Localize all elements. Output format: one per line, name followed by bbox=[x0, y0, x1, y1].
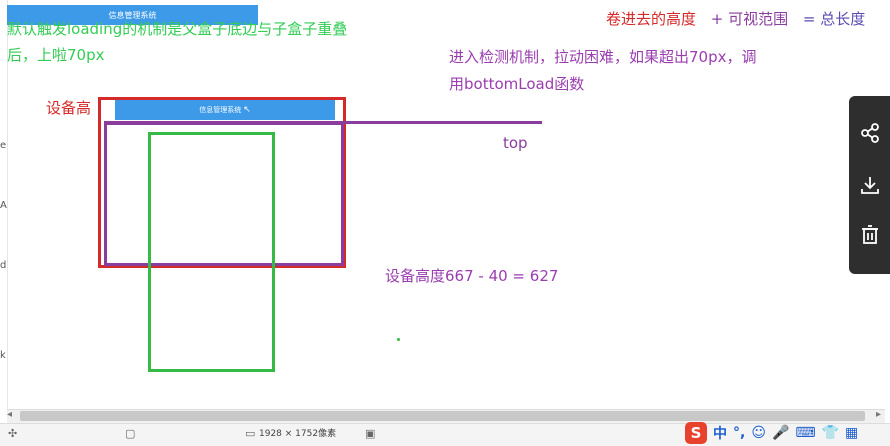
skin-icon[interactable]: 👕 bbox=[822, 425, 839, 441]
formula-note: 卷进去的高度 + 可视范围 = 总长度 bbox=[606, 8, 865, 29]
top-label: top bbox=[503, 134, 528, 152]
top-line bbox=[104, 121, 542, 124]
trash-icon[interactable] bbox=[857, 222, 883, 248]
note-line: 用bottomLoad函数 bbox=[449, 75, 585, 93]
app-header-small: 信息管理系统 ↖ bbox=[115, 100, 335, 120]
green-dot bbox=[397, 338, 400, 341]
emoji-icon[interactable]: ☺ bbox=[751, 425, 766, 441]
note-line: 进入检测机制，拉动困难，如果超出70px，调 bbox=[449, 48, 757, 66]
app-header-title: 信息管理系统 bbox=[199, 106, 242, 114]
scrollbar-thumb[interactable] bbox=[20, 411, 865, 421]
left-mark: A bbox=[0, 200, 7, 211]
formula-visible: + 可视范围 bbox=[710, 10, 789, 28]
height-calc-label: 设备高度667 - 40 = 627 bbox=[385, 267, 559, 285]
ime-punctuation[interactable]: °, bbox=[733, 425, 745, 441]
detection-note: 进入检测机制，拉动困难，如果超出70px，调 用bottomLoad函数 bbox=[449, 44, 794, 98]
note-line: 后，上啦70px bbox=[7, 46, 105, 64]
keyboard-icon[interactable]: ⌨ bbox=[795, 425, 815, 441]
content-box bbox=[148, 132, 275, 372]
share-icon[interactable] bbox=[857, 120, 883, 146]
formula-total: = 总长度 bbox=[802, 10, 866, 28]
ime-toolbar: S 中 °, ☺ 🎤 ⌨ 👕 ▦ bbox=[685, 421, 858, 445]
move-icon[interactable]: ✣ bbox=[8, 427, 17, 440]
scroll-left-arrow-icon[interactable]: ◂ bbox=[7, 409, 12, 420]
note-line: 默认触发loading的机制是父盒子底边与子盒子重叠 bbox=[7, 20, 348, 38]
cursor-icon: ↖ bbox=[243, 105, 251, 115]
grid-icon[interactable]: ▦ bbox=[845, 425, 858, 441]
monitor-icon: ▭ bbox=[245, 427, 256, 440]
ime-chinese-mode[interactable]: 中 bbox=[713, 423, 727, 443]
image-dimensions: 1928 × 1752像素 bbox=[259, 429, 337, 439]
left-mark: e bbox=[0, 140, 7, 151]
formula-scrolled: 卷进去的高度 bbox=[606, 10, 697, 28]
loading-mechanism-note: 默认触发loading的机制是父盒子底边与子盒子重叠 后，上啦70px bbox=[7, 16, 397, 68]
left-mark: k bbox=[0, 350, 6, 361]
scroll-right-arrow-icon[interactable]: ▸ bbox=[876, 409, 881, 420]
fit-window-icon[interactable]: ▢ bbox=[125, 427, 135, 440]
device-height-label: 设备高 bbox=[46, 99, 92, 117]
floating-action-panel bbox=[849, 96, 890, 274]
microphone-icon[interactable]: 🎤 bbox=[772, 425, 789, 441]
download-icon[interactable] bbox=[857, 172, 883, 198]
left-mark: d bbox=[0, 260, 7, 271]
ime-logo[interactable]: S bbox=[685, 422, 707, 444]
save-icon[interactable]: ▣ bbox=[365, 427, 375, 440]
